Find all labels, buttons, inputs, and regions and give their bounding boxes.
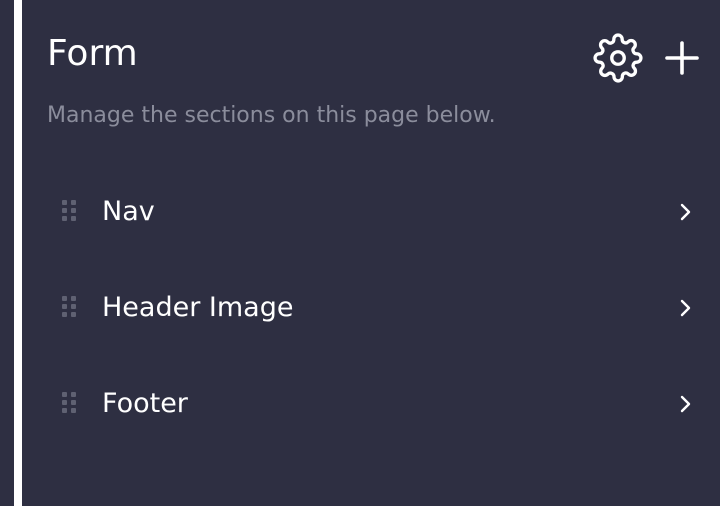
section-label: Footer (102, 388, 188, 419)
panel-title: Form (47, 33, 138, 74)
chevron-right-icon (680, 395, 691, 413)
sections-panel: Form Manage the sections on this page be… (22, 0, 720, 506)
section-label: Header Image (102, 292, 294, 323)
plus-icon (665, 41, 699, 75)
chevron-right-icon (680, 203, 691, 221)
chevron-right-icon (680, 299, 691, 317)
drag-handle-icon[interactable] (62, 200, 78, 224)
gear-icon (593, 33, 643, 83)
panel-subtitle: Manage the sections on this page below. (47, 103, 496, 128)
settings-button[interactable] (592, 32, 644, 84)
section-item-footer[interactable]: Footer (46, 356, 696, 452)
add-section-button[interactable] (656, 32, 708, 84)
section-item-nav[interactable]: Nav (46, 164, 696, 260)
drag-handle-icon[interactable] (62, 392, 78, 416)
section-item-header-image[interactable]: Header Image (46, 260, 696, 356)
drag-handle-icon[interactable] (62, 296, 78, 320)
left-strip (0, 0, 14, 506)
sections-list: Nav Header Image Footer (46, 164, 696, 452)
section-label: Nav (102, 196, 155, 227)
header-actions (592, 30, 708, 86)
active-border (14, 0, 22, 506)
